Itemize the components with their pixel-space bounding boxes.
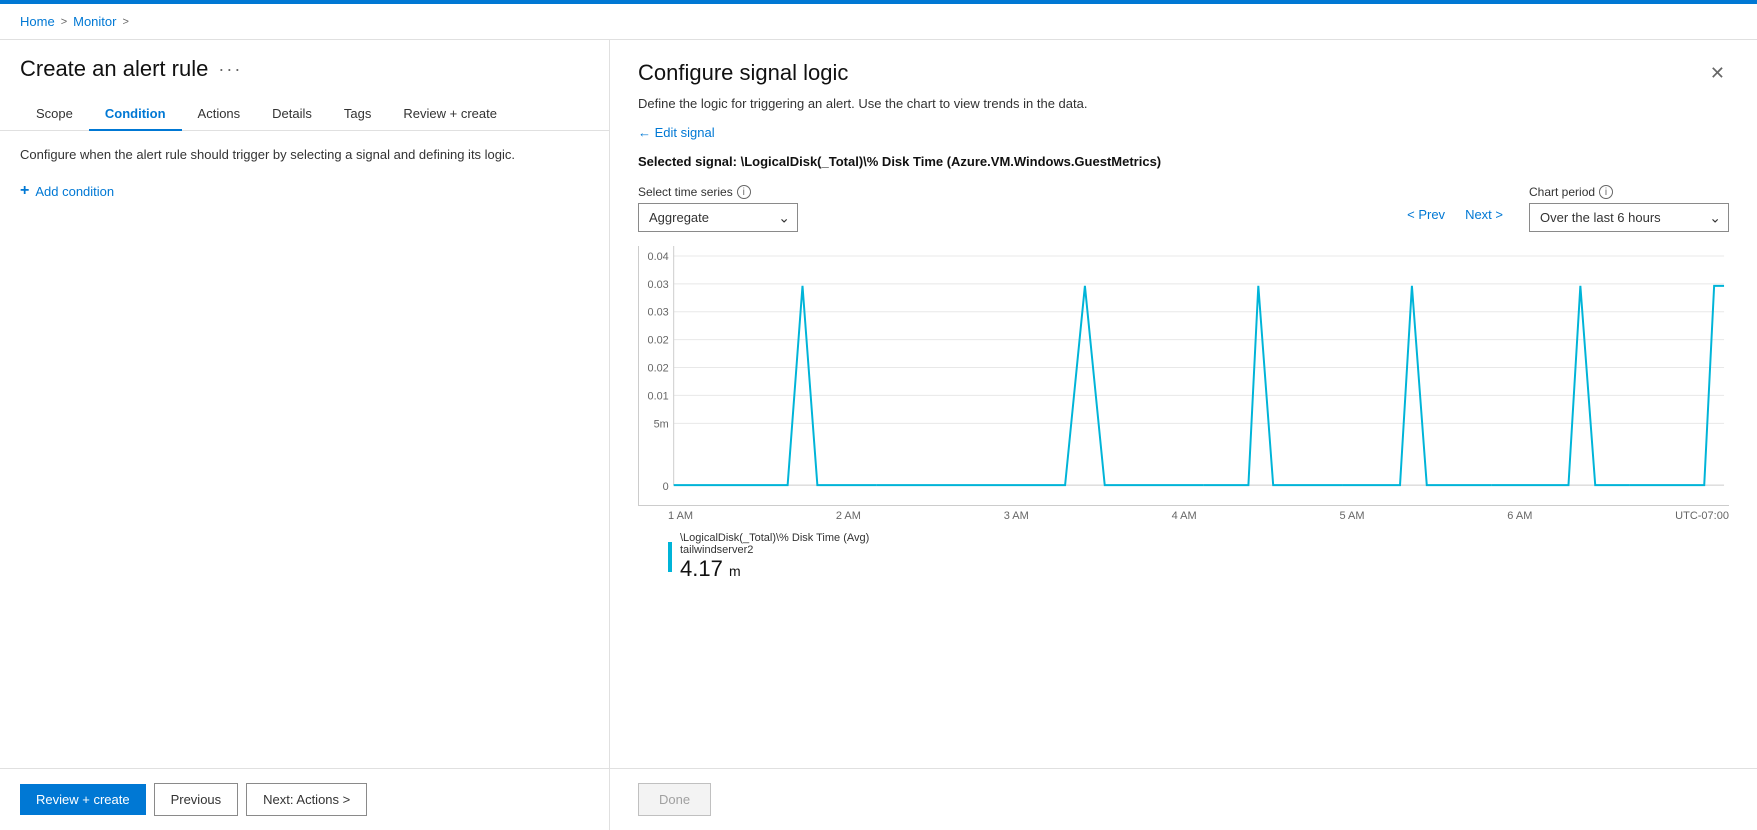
chart-period-select[interactable]: Over the last 1 hour Over the last 6 hou… [1529,203,1729,232]
breadcrumb-monitor[interactable]: Monitor [73,14,116,29]
svg-text:0.02: 0.02 [648,362,669,374]
x-label-4am: 4 AM [1172,510,1197,522]
main-layout: Create an alert rule ··· Scope Condition… [0,40,1757,830]
add-condition-label: Add condition [35,184,114,199]
prev-button[interactable]: < Prev [1401,203,1451,226]
chart-area: 0.04 0.03 0.03 0.02 0.02 0.01 5m 0 [610,246,1757,768]
svg-text:0.01: 0.01 [648,390,669,402]
right-panel: Configure signal logic ✕ Define the logi… [610,40,1757,830]
legend-text-group: \LogicalDisk(_Total)\% Disk Time (Avg) t… [680,532,869,582]
next-button[interactable]: Next > [1459,203,1509,226]
chart-period-group: Chart period i Over the last 1 hour Over… [1529,185,1729,232]
tab-condition[interactable]: Condition [89,98,182,131]
tab-details[interactable]: Details [256,98,328,131]
selected-signal: Selected signal: \LogicalDisk(_Total)\% … [638,154,1729,169]
done-button[interactable]: Done [638,783,711,816]
nav-btns: < Prev Next > [1401,203,1509,232]
chart-period-info-icon[interactable]: i [1599,185,1613,199]
chart-period-select-wrapper: Over the last 1 hour Over the last 6 hou… [1529,203,1729,232]
plus-icon: + [20,182,29,200]
panel-title: Configure signal logic [638,60,848,86]
page-title-row: Create an alert rule ··· [20,56,589,82]
breadcrumb-sep2: > [122,16,128,28]
legend-server-name: tailwindserver2 [680,544,869,556]
time-series-info-icon[interactable]: i [737,185,751,199]
tab-review-create[interactable]: Review + create [387,98,513,131]
close-button[interactable]: ✕ [1706,60,1729,86]
legend-item: \LogicalDisk(_Total)\% Disk Time (Avg) t… [668,532,1729,582]
page-title: Create an alert rule [20,56,208,82]
chart-x-labels: 1 AM 2 AM 3 AM 4 AM 5 AM 6 AM UTC-07:00 [638,506,1729,522]
configure-desc: Configure when the alert rule should tri… [20,147,589,162]
review-create-button[interactable]: Review + create [20,784,146,815]
time-series-group: Select time series i Aggregate tailwinds… [638,185,798,232]
left-panel: Create an alert rule ··· Scope Condition… [0,40,610,830]
previous-button[interactable]: Previous [154,783,239,816]
svg-text:0.02: 0.02 [648,335,669,347]
breadcrumb: Home > Monitor > [0,4,1757,40]
svg-text:0.03: 0.03 [648,307,669,319]
right-panel-header: Configure signal logic ✕ Define the logi… [610,40,1757,246]
x-label-2am: 2 AM [836,510,861,522]
legend-value: 4.17 m [680,556,869,582]
svg-text:0.04: 0.04 [648,251,669,263]
chart-period-label: Chart period i [1529,185,1729,199]
chart-container: 0.04 0.03 0.03 0.02 0.02 0.01 5m 0 [638,246,1729,506]
x-label-utc: UTC-07:00 [1675,510,1729,522]
chart-svg: 0.04 0.03 0.03 0.02 0.02 0.01 5m 0 [639,246,1729,505]
legend-unit: m [729,563,741,579]
tab-tags[interactable]: Tags [328,98,387,131]
right-panel-footer: Done [610,768,1757,830]
x-label-6am: 6 AM [1507,510,1532,522]
next-actions-button[interactable]: Next: Actions > [246,783,367,816]
page-title-dots[interactable]: ··· [218,59,242,80]
left-panel-header: Create an alert rule ··· Scope Condition… [0,40,609,131]
legend-signal-name: \LogicalDisk(_Total)\% Disk Time (Avg) [680,532,869,544]
tabs: Scope Condition Actions Details Tags Rev… [0,98,609,131]
chart-legend: \LogicalDisk(_Total)\% Disk Time (Avg) t… [638,522,1729,582]
left-panel-footer: Review + create Previous Next: Actions > [0,768,609,830]
legend-color-bar [668,542,672,572]
breadcrumb-sep1: > [61,16,67,28]
breadcrumb-home[interactable]: Home [20,14,55,29]
x-label-1am: 1 AM [668,510,693,522]
svg-text:5m: 5m [654,418,669,430]
chart-controls: Select time series i Aggregate tailwinds… [638,185,1729,232]
tab-scope[interactable]: Scope [20,98,89,131]
edit-signal-link[interactable]: ← Edit signal [638,125,715,140]
time-series-select-wrapper: Aggregate tailwindserver2 [638,203,798,232]
panel-desc: Define the logic for triggering an alert… [638,96,1729,111]
add-condition-button[interactable]: + Add condition [20,182,114,200]
x-label-3am: 3 AM [1004,510,1029,522]
svg-text:0.03: 0.03 [648,279,669,291]
panel-title-row: Configure signal logic ✕ [638,60,1729,86]
time-series-label: Select time series i [638,185,798,199]
time-series-select[interactable]: Aggregate tailwindserver2 [638,203,798,232]
svg-text:0: 0 [663,481,669,493]
x-label-5am: 5 AM [1339,510,1364,522]
left-panel-body: Configure when the alert rule should tri… [0,131,609,768]
tab-actions[interactable]: Actions [182,98,257,131]
